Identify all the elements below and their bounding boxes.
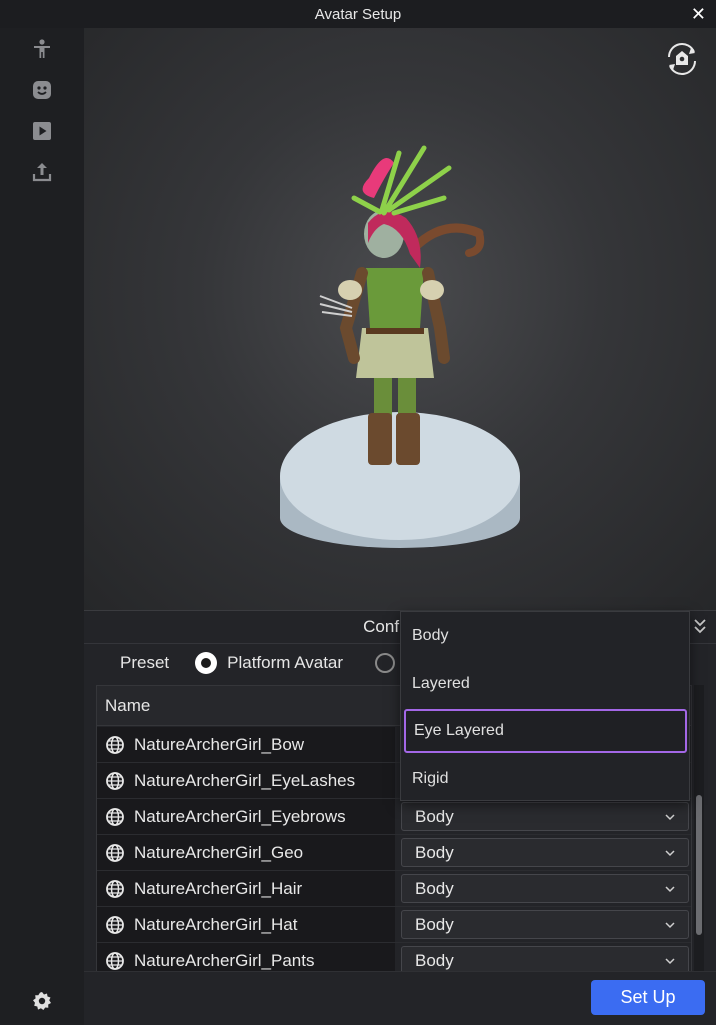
preset-option-platform[interactable]: Platform Avatar xyxy=(227,653,343,673)
type-dropdown-menu: Body Layered Eye Layered Rigid xyxy=(400,611,690,801)
avatar-model xyxy=(280,145,520,548)
asset-name-cell: NatureArcherGirl_Hat xyxy=(97,907,395,942)
chevron-down-icon xyxy=(665,814,675,821)
chevron-down-icon xyxy=(665,886,675,893)
type-select[interactable]: Body xyxy=(401,910,689,939)
chevron-down-icon xyxy=(665,922,675,929)
type-select[interactable]: Body xyxy=(401,802,689,831)
preset-radio-platform[interactable] xyxy=(195,652,218,674)
table-row[interactable]: NatureArcherGirl_Eyebrows Body xyxy=(97,799,691,835)
collapse-icon[interactable] xyxy=(690,615,710,637)
type-select-value: Body xyxy=(415,914,454,934)
globe-icon xyxy=(106,915,124,934)
dropdown-option-body[interactable]: Body xyxy=(401,613,689,659)
asset-name: NatureArcherGirl_Bow xyxy=(134,734,305,754)
upload-icon[interactable] xyxy=(30,160,54,184)
preset-row: Preset Platform Avatar xyxy=(120,651,396,675)
globe-icon xyxy=(106,807,124,826)
globe-icon xyxy=(106,771,124,790)
close-icon[interactable]: ✕ xyxy=(691,4,706,25)
set-up-button[interactable]: Set Up xyxy=(591,980,705,1015)
asset-name: NatureArcherGirl_Pants xyxy=(134,950,315,970)
asset-name: NatureArcherGirl_EyeLashes xyxy=(134,770,356,790)
dropdown-option-eye-layered[interactable]: Eye Layered xyxy=(404,709,687,753)
table-row[interactable]: NatureArcherGirl_Geo Body xyxy=(97,835,691,871)
title-bar: Avatar Setup ✕ xyxy=(0,0,716,28)
dropdown-option-rigid[interactable]: Rigid xyxy=(401,756,689,802)
preset-radio-custom[interactable] xyxy=(375,653,396,673)
window-title: Avatar Setup xyxy=(314,5,402,23)
asset-name: NatureArcherGirl_Hat xyxy=(134,914,298,934)
type-select-value: Body xyxy=(415,842,454,862)
globe-icon xyxy=(106,879,124,898)
play-icon[interactable] xyxy=(30,119,54,143)
asset-name-cell: NatureArcherGirl_Eyebrows xyxy=(97,799,395,834)
asset-name-cell: NatureArcherGirl_EyeLashes xyxy=(97,763,395,798)
table-scrollbar[interactable] xyxy=(694,685,704,975)
preset-label: Preset xyxy=(120,653,170,672)
type-select[interactable]: Body xyxy=(401,874,689,903)
asset-name-cell: NatureArcherGirl_Hair xyxy=(97,871,395,906)
asset-name: NatureArcherGirl_Hair xyxy=(134,878,303,898)
globe-icon xyxy=(106,951,124,970)
sidebar xyxy=(0,28,84,1023)
globe-icon xyxy=(106,843,124,862)
person-icon[interactable] xyxy=(30,37,54,61)
table-row[interactable]: NatureArcherGirl_Hair Body xyxy=(97,871,691,907)
chevron-down-icon xyxy=(665,850,675,857)
type-select-value: Body xyxy=(415,950,454,970)
type-select-value: Body xyxy=(415,878,454,898)
type-select[interactable]: Body xyxy=(401,838,689,867)
globe-icon xyxy=(106,735,124,754)
type-select-value: Body xyxy=(415,806,454,826)
chevron-down-icon xyxy=(665,958,675,965)
table-row[interactable]: NatureArcherGirl_Hat Body xyxy=(97,907,691,943)
asset-name-cell: NatureArcherGirl_Bow xyxy=(97,727,395,762)
gear-icon[interactable] xyxy=(32,991,52,1011)
dropdown-option-layered[interactable]: Layered xyxy=(401,661,689,707)
asset-name-cell: NatureArcherGirl_Geo xyxy=(97,835,395,870)
avatar-viewport[interactable] xyxy=(84,28,716,610)
scroll-thumb[interactable] xyxy=(696,795,702,935)
asset-name: NatureArcherGirl_Eyebrows xyxy=(134,806,346,826)
asset-name: NatureArcherGirl_Geo xyxy=(134,842,304,862)
face-icon[interactable] xyxy=(30,78,54,102)
footer: Set Up xyxy=(84,971,716,1025)
